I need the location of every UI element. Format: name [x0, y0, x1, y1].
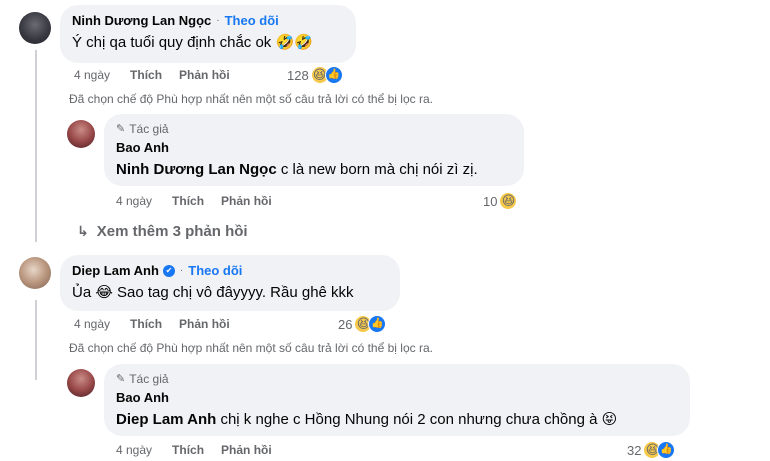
separator-dot: ·	[216, 15, 220, 26]
reaction-summary-2[interactable]: 10 😆	[483, 192, 518, 210]
reply-arrow-icon: ↳	[77, 223, 89, 239]
author-badge-label: Tác giả	[129, 122, 169, 136]
avatar-ninh-duong-lan-ngoc[interactable]	[19, 12, 51, 44]
filter-note: Đã chọn chế độ Phù hợp nhất nên một số c…	[69, 92, 433, 106]
reaction-summary-1[interactable]: 128 😆 👍	[287, 66, 343, 84]
follow-button[interactable]: Theo dõi	[225, 13, 279, 29]
reply-actions-1: 4 ngày Thích Phản hồi	[116, 194, 289, 208]
mention-link[interactable]: Diep Lam Anh	[116, 411, 216, 428]
comment-actions-1: 4 ngày Thích Phản hồi	[74, 68, 247, 82]
reply-bubble-1: ✎ Tác giả Bao Anh Ninh Dương Lan Ngọc c …	[104, 114, 524, 186]
pen-icon: ✎	[116, 123, 126, 135]
reply-body: chị k nghe c Hồng Nhung nói 2 con nhưng …	[216, 411, 618, 428]
mention-link[interactable]: Ninh Dương Lan Ngọc	[116, 161, 277, 178]
comment-timestamp[interactable]: 4 ngày	[74, 317, 110, 331]
view-more-replies[interactable]: ↳ Xem thêm 3 phản hồi	[77, 223, 248, 240]
like-button[interactable]: Thích	[172, 443, 204, 457]
view-more-label: Xem thêm 3 phản hồi	[96, 223, 248, 240]
reply-text: Ninh Dương Lan Ngọc c là new born mà chị…	[116, 160, 512, 180]
comment-text: Ủa 😂 Sao tag chị vô đâyyyy. Rầu ghê kkk	[72, 284, 354, 301]
reaction-summary-3[interactable]: 26 😆 👍	[338, 315, 387, 333]
author-badge: ✎ Tác giả	[116, 122, 512, 136]
avatar-bao-anh[interactable]	[67, 120, 95, 148]
comment-author-name[interactable]: Ninh Dương Lan Ngọc	[72, 13, 211, 29]
like-reaction-icon: 👍	[368, 315, 387, 333]
reaction-count: 32	[627, 442, 642, 458]
comment-header: Ninh Dương Lan Ngọc · Theo dõi	[72, 13, 344, 29]
filter-note: Đã chọn chế độ Phù hợp nhất nên một số c…	[69, 341, 433, 355]
comment-author-name[interactable]: Diep Lam Anh	[72, 263, 159, 279]
reply-author-name[interactable]: Bao Anh	[116, 140, 512, 156]
thread-line	[35, 50, 37, 242]
reaction-count: 26	[338, 316, 353, 332]
reply-timestamp[interactable]: 4 ngày	[116, 443, 152, 457]
reply-actions-2: 4 ngày Thích Phản hồi	[116, 443, 289, 457]
author-badge-label: Tác giả	[129, 372, 169, 386]
reaction-count: 10	[483, 193, 498, 209]
like-reaction-icon: 👍	[324, 66, 343, 84]
follow-button[interactable]: Theo dõi	[188, 263, 242, 279]
avatar-bao-anh[interactable]	[67, 369, 95, 397]
comment-bubble-1: Ninh Dương Lan Ngọc · Theo dõi Ý chị qa …	[60, 5, 356, 63]
reply-button[interactable]: Phản hồi	[221, 194, 272, 208]
comment-text: Ý chị qa tuổi quy định chắc ok 🤣🤣	[72, 34, 313, 51]
haha-reaction-icon: 😆	[499, 192, 518, 210]
reply-text: Diep Lam Anh chị k nghe c Hồng Nhung nói…	[116, 410, 678, 430]
thread-line	[35, 300, 37, 380]
like-button[interactable]: Thích	[130, 68, 162, 82]
comment-actions-2: 4 ngày Thích Phản hồi	[74, 317, 247, 331]
comment-header: Diep Lam Anh ✔ · Theo dõi	[72, 263, 388, 279]
reply-button[interactable]: Phản hồi	[221, 443, 272, 457]
pen-icon: ✎	[116, 373, 126, 385]
reply-button[interactable]: Phản hồi	[179, 68, 230, 82]
comment-bubble-2: Diep Lam Anh ✔ · Theo dõi Ủa 😂 Sao tag c…	[60, 255, 400, 311]
like-reaction-icon: 👍	[657, 441, 676, 459]
like-button[interactable]: Thích	[130, 317, 162, 331]
reaction-count: 128	[287, 67, 309, 83]
reply-body: c là new born mà chị nói zì zị.	[276, 161, 478, 178]
reply-bubble-2: ✎ Tác giả Bao Anh Diep Lam Anh chị k ngh…	[104, 364, 690, 436]
reply-button[interactable]: Phản hồi	[179, 317, 230, 331]
avatar-diep-lam-anh[interactable]	[19, 257, 51, 289]
like-button[interactable]: Thích	[172, 194, 204, 208]
reply-author-name[interactable]: Bao Anh	[116, 390, 678, 406]
verified-badge-icon: ✔	[162, 265, 175, 277]
author-badge: ✎ Tác giả	[116, 372, 678, 386]
reaction-summary-4[interactable]: 32 😆 👍	[627, 441, 676, 459]
comment-timestamp[interactable]: 4 ngày	[74, 68, 110, 82]
reply-timestamp[interactable]: 4 ngày	[116, 194, 152, 208]
separator-dot: ·	[179, 265, 184, 276]
